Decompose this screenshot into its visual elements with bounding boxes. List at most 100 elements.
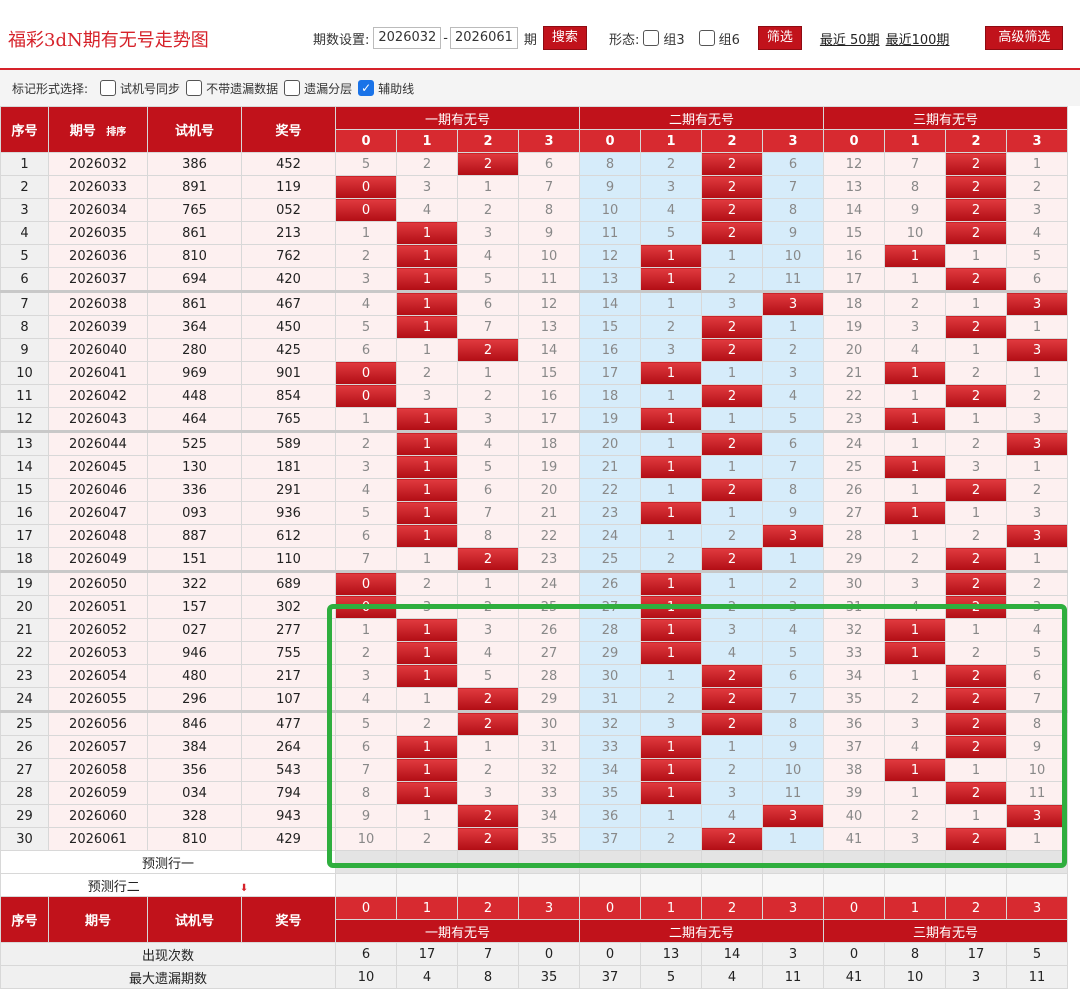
miss-cell: 3 [1006,198,1069,222]
predict-cell[interactable] [335,873,397,897]
row-trial: 969 [147,361,242,385]
row-trial: 525 [147,430,242,456]
row-period: 2026060 [48,804,148,828]
row-seq: 30 [0,827,49,851]
header-period[interactable]: 期号 排序 [48,106,148,153]
miss-cell: 3 [884,827,947,851]
predict-cell[interactable] [884,873,947,897]
miss-cell: 1 [335,407,397,432]
row-trial: 448 [147,384,242,408]
predict-cell[interactable] [457,850,519,874]
summary-value: 35 [517,965,581,989]
predict-cell[interactable] [457,873,519,897]
miss-cell: 2 [945,641,1008,665]
predict-cell[interactable] [762,873,825,897]
predict-cell[interactable] [701,873,764,897]
miss-cell: 6 [457,478,519,502]
miss-cell: 3 [396,595,458,619]
row-prize: 689 [241,570,336,596]
miss-cell: 1 [1006,152,1069,176]
predict-cell[interactable] [762,850,825,874]
group6-checkbox[interactable] [698,30,715,46]
predict-cell[interactable] [823,873,886,897]
predict-cell[interactable] [396,850,458,874]
summary-value: 4 [701,965,764,989]
group3-checkbox[interactable] [643,30,660,46]
miss-cell: 17 [579,361,642,385]
miss-cell: 2 [396,152,458,176]
advanced-filter-button[interactable]: 高级筛选 [985,26,1064,50]
miss-cell: 1 [335,618,397,642]
miss-cell: 19 [823,315,886,339]
row-period: 2026038 [48,290,148,316]
row-trial: 130 [147,455,242,479]
recent-100-link[interactable]: 最近100期 [886,29,950,48]
predict-cell[interactable] [701,850,764,874]
miss-cell: 2 [884,547,947,572]
miss-cell: 1 [457,735,519,759]
table-row: 24 2026055 296 107 4 1 2 29 31 2 2 7 35 2 2 7 [0,687,1069,712]
period-from-input[interactable]: 2026032 [373,27,442,49]
search-button[interactable]: 搜索 [542,26,587,50]
aux-line-checkbox[interactable]: ✓ [358,80,375,96]
predict-cell[interactable] [517,850,581,874]
miss-cell: 37 [823,735,886,759]
predict-cell[interactable] [517,873,581,897]
row-trial: 328 [147,804,242,828]
table-row: 15 2026046 336 291 4 1 6 20 22 1 2 8 26 1 2 2 [0,478,1069,502]
miss-cell: 22 [579,478,642,502]
top-bar: 福彩3dN期有无号走势图 期数设置: 2026032 - 2026061 期 搜… [0,0,1080,70]
hit-cell: 2 [701,664,764,688]
footer-period: 期号 [48,896,148,943]
miss-cell: 21 [579,455,642,479]
predict-cell[interactable] [640,850,703,874]
predict-cell[interactable] [640,873,703,897]
trial-sync-checkbox[interactable] [100,80,117,96]
miss-cell: 3 [640,338,703,362]
row-trial: 157 [147,595,242,619]
arrow-down-icon[interactable]: ⬇ [240,883,248,894]
predict-cell[interactable] [579,850,642,874]
filter-button[interactable]: 筛选 [757,26,802,50]
predict-cell[interactable] [396,873,458,897]
miss-cell: 12 [823,152,886,176]
miss-cell: 7 [457,501,519,525]
predict-cell[interactable] [335,850,397,874]
hit-cell: 2 [701,221,764,245]
predict-cell[interactable] [884,850,947,874]
predict-cell[interactable] [1006,850,1069,874]
miss-cell: 19 [579,407,642,432]
miss-cell: 4 [701,804,764,828]
no-missing-checkbox[interactable] [186,80,203,96]
period-to-input[interactable]: 2026061 [450,27,518,49]
miss-cell: 1 [762,547,825,572]
miss-cell: 1 [457,361,519,385]
row-trial: 034 [147,781,242,805]
miss-cell: 9 [762,501,825,525]
recent-50-link[interactable]: 最近 50期 [820,29,880,48]
predict-cell[interactable] [823,850,886,874]
row-seq: 1 [0,152,49,176]
predict-cell[interactable] [945,850,1008,874]
predict-cell[interactable] [579,873,642,897]
miss-cell: 4 [884,338,947,362]
miss-cell: 1 [640,664,703,688]
predict-cell[interactable] [945,873,1008,897]
missing-layer-checkbox[interactable] [284,80,301,96]
summary-value: 13 [640,942,703,966]
footer-group-1: 一期有无号 [334,919,581,943]
footer-group-3: 三期有无号 [823,919,1069,943]
table-row: 19 2026050 322 689 0 2 1 24 26 1 1 2 30 3 2 2 [0,570,1069,596]
miss-cell: 2 [335,244,397,268]
predict-cell[interactable] [1006,873,1069,897]
period-settings: 期数设置: 2026032 - 2026061 期 搜索 形态: 组3 组6 筛… [313,26,1064,50]
summary-value: 10 [884,965,947,989]
row-trial: 946 [147,641,242,665]
miss-cell: 20 [517,478,581,502]
miss-cell: 27 [517,641,581,665]
miss-cell: 1 [1006,827,1069,851]
hit-cell: 2 [945,198,1008,222]
sort-toggle[interactable]: 排序 [106,127,126,138]
summary-value: 14 [701,942,764,966]
miss-cell: 1 [1006,547,1069,572]
